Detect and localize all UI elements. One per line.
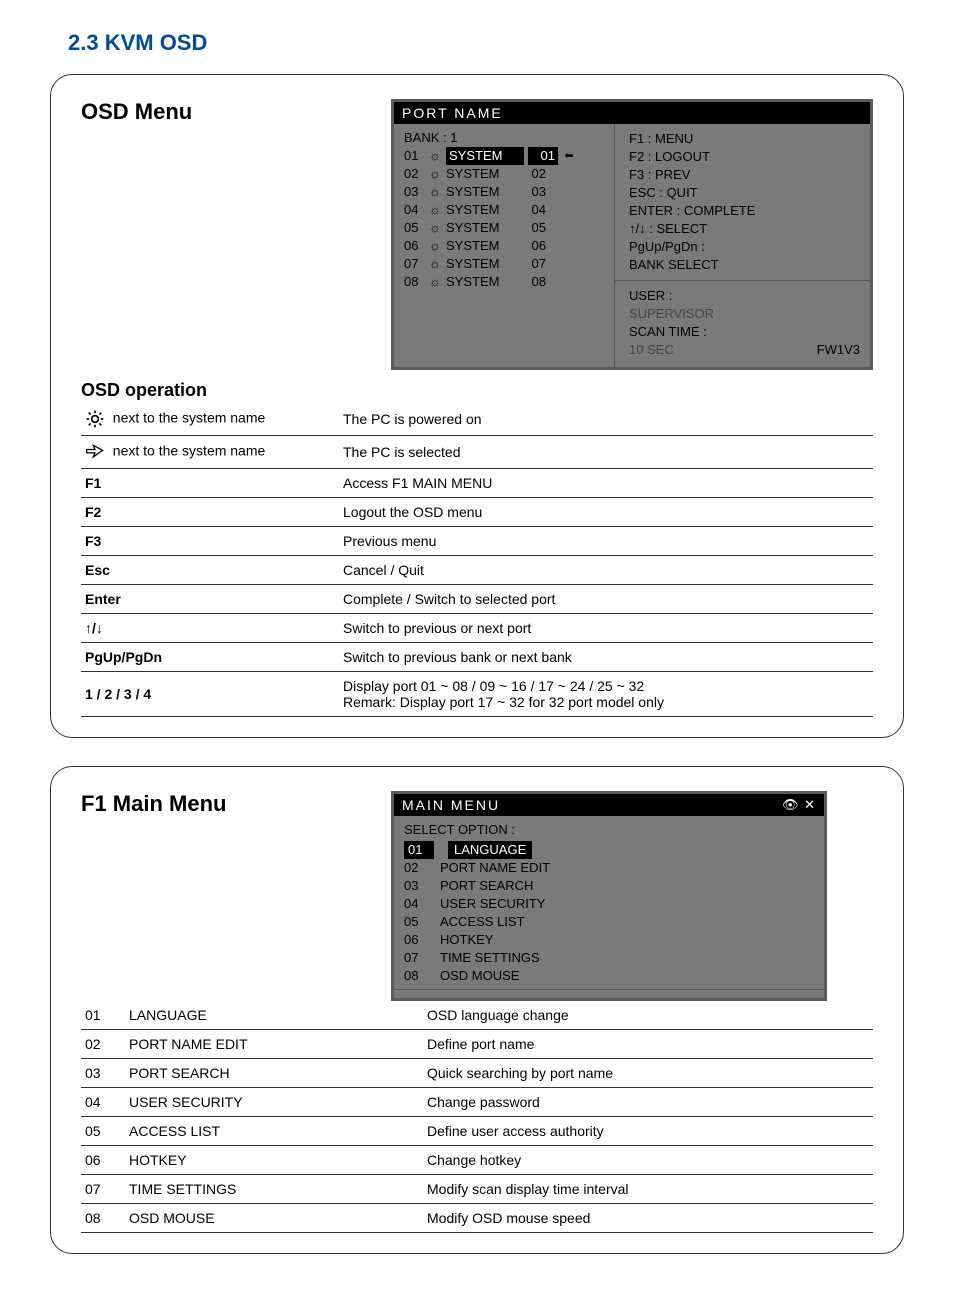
menu-option: 01LANGUAGE [404,841,814,859]
table-row: 06HOTKEYChange hotkey [81,1146,873,1175]
table-row: PgUp/PgDnSwitch to previous bank or next… [81,643,873,672]
table-row: 08OSD MOUSEModify OSD mouse speed [81,1204,873,1233]
osd-screen: PORT NAME BANK : 1 01☼SYSTEM01⬅02☼SYSTEM… [391,99,873,370]
table-row: ↑/↓Switch to previous or next port [81,614,873,643]
osd-operation-table: next to the system nameThe PC is powered… [81,403,873,717]
table-row: 03PORT SEARCHQuick searching by port nam… [81,1059,873,1088]
f1-menu-heading: F1 Main Menu [81,791,361,817]
osd-operation-heading: OSD operation [81,380,873,401]
menu-option: 05ACCESS LIST [404,913,814,931]
port-row: 01☼SYSTEM01⬅ [404,147,604,165]
table-row: 1 / 2 / 3 / 4Display port 01 ~ 08 / 09 ~… [81,672,873,717]
sun-icon: ☼ [428,147,442,165]
main-menu-title: MAIN MENU [402,797,500,813]
osd-firmware: FW1V3 [817,341,860,359]
table-row: 07TIME SETTINGSModify scan display time … [81,1175,873,1204]
osd-hints: F1 : MENUF2 : LOGOUTF3 : PREVESC : QUITE… [615,124,870,367]
osd-scan-value: 10 SEC [629,341,674,359]
menu-option: 06HOTKEY [404,931,814,949]
osd-user-value: SUPERVISOR [629,305,860,323]
sun-icon: ☼ [428,183,442,201]
table-row: 05ACCESS LISTDefine user access authorit… [81,1117,873,1146]
port-row: 07☼SYSTEM07 [404,255,604,273]
menu-option: 08OSD MOUSE [404,967,814,985]
osd-titlebar: PORT NAME [394,102,870,124]
op-description: The PC is selected [339,436,873,469]
table-row: EscCancel / Quit [81,556,873,585]
menu-option: 02PORT NAME EDIT [404,859,814,877]
sun-icon: ☼ [428,273,442,291]
port-row: 03☼SYSTEM03 [404,183,604,201]
sun-icon: ☼ [428,255,442,273]
osd-hint: ESC : QUIT [629,184,860,202]
f1-menu-table: 01LANGUAGEOSD language change02PORT NAME… [81,1001,873,1233]
osd-scan-label: SCAN TIME : [629,323,860,341]
table-row: F2Logout the OSD menu [81,498,873,527]
osd-user-label: USER : [629,287,860,305]
table-row: F1Access F1 MAIN MENU [81,469,873,498]
sun-icon [85,409,105,429]
port-row: 02☼SYSTEM02 [404,165,604,183]
table-row: next to the system nameThe PC is selecte… [81,436,873,469]
sun-icon: ☼ [428,219,442,237]
osd-hint: F2 : LOGOUT [629,148,860,166]
sun-icon: ☼ [428,165,442,183]
table-row: F3Previous menu [81,527,873,556]
op-description: The PC is powered on [339,403,873,436]
osd-port-list: BANK : 1 01☼SYSTEM01⬅02☼SYSTEM0203☼SYSTE… [394,124,615,367]
port-row: 05☼SYSTEM05 [404,219,604,237]
main-menu-screen: MAIN MENU 👁 ✕ SELECT OPTION : 01LANGUAGE… [391,791,827,1001]
select-option-label: SELECT OPTION : [404,820,814,841]
menu-option: 03PORT SEARCH [404,877,814,895]
osd-screen-title: PORT NAME [402,105,503,121]
op-description: Access F1 MAIN MENU [339,469,873,498]
osd-hint: ↑/↓ : SELECT [629,220,860,238]
op-description: Cancel / Quit [339,556,873,585]
osd-bank-label: BANK : 1 [404,130,604,145]
menu-option: 04USER SECURITY [404,895,814,913]
osd-hint: F1 : MENU [629,130,860,148]
osd-hint: PgUp/PgDn : [629,238,860,256]
op-description: Previous menu [339,527,873,556]
op-description: Switch to previous bank or next bank [339,643,873,672]
osd-hint: F3 : PREV [629,166,860,184]
sun-icon: ☼ [428,201,442,219]
op-description: Display port 01 ~ 08 / 09 ~ 16 / 17 ~ 24… [339,672,873,717]
osd-hint: BANK SELECT [629,256,860,274]
menu-option: 07TIME SETTINGS [404,949,814,967]
port-row: 06☼SYSTEM06 [404,237,604,255]
port-row: 04☼SYSTEM04 [404,201,604,219]
osd-menu-heading: OSD Menu [81,99,361,125]
op-description: Complete / Switch to selected port [339,585,873,614]
port-row: 08☼SYSTEM08 [404,273,604,291]
op-description: Logout the OSD menu [339,498,873,527]
table-row: 02PORT NAME EDITDefine port name [81,1030,873,1059]
osd-menu-panel: OSD Menu PORT NAME BANK : 1 01☼SYSTEM01⬅… [50,74,904,738]
selected-icon: ⬅ [562,147,576,165]
osd-hint: ENTER : COMPLETE [629,202,860,220]
table-row: next to the system nameThe PC is powered… [81,403,873,436]
table-row: 04USER SECURITYChange password [81,1088,873,1117]
section-title: 2.3 KVM OSD [68,30,904,56]
close-icon: 👁 ✕ [782,797,816,813]
sun-icon: ☼ [428,237,442,255]
table-row: 01LANGUAGEOSD language change [81,1001,873,1030]
table-row: EnterComplete / Switch to selected port [81,585,873,614]
op-description: Switch to previous or next port [339,614,873,643]
f1-main-menu-panel: F1 Main Menu MAIN MENU 👁 ✕ SELECT OPTION… [50,766,904,1254]
mouse-icon [85,442,105,462]
